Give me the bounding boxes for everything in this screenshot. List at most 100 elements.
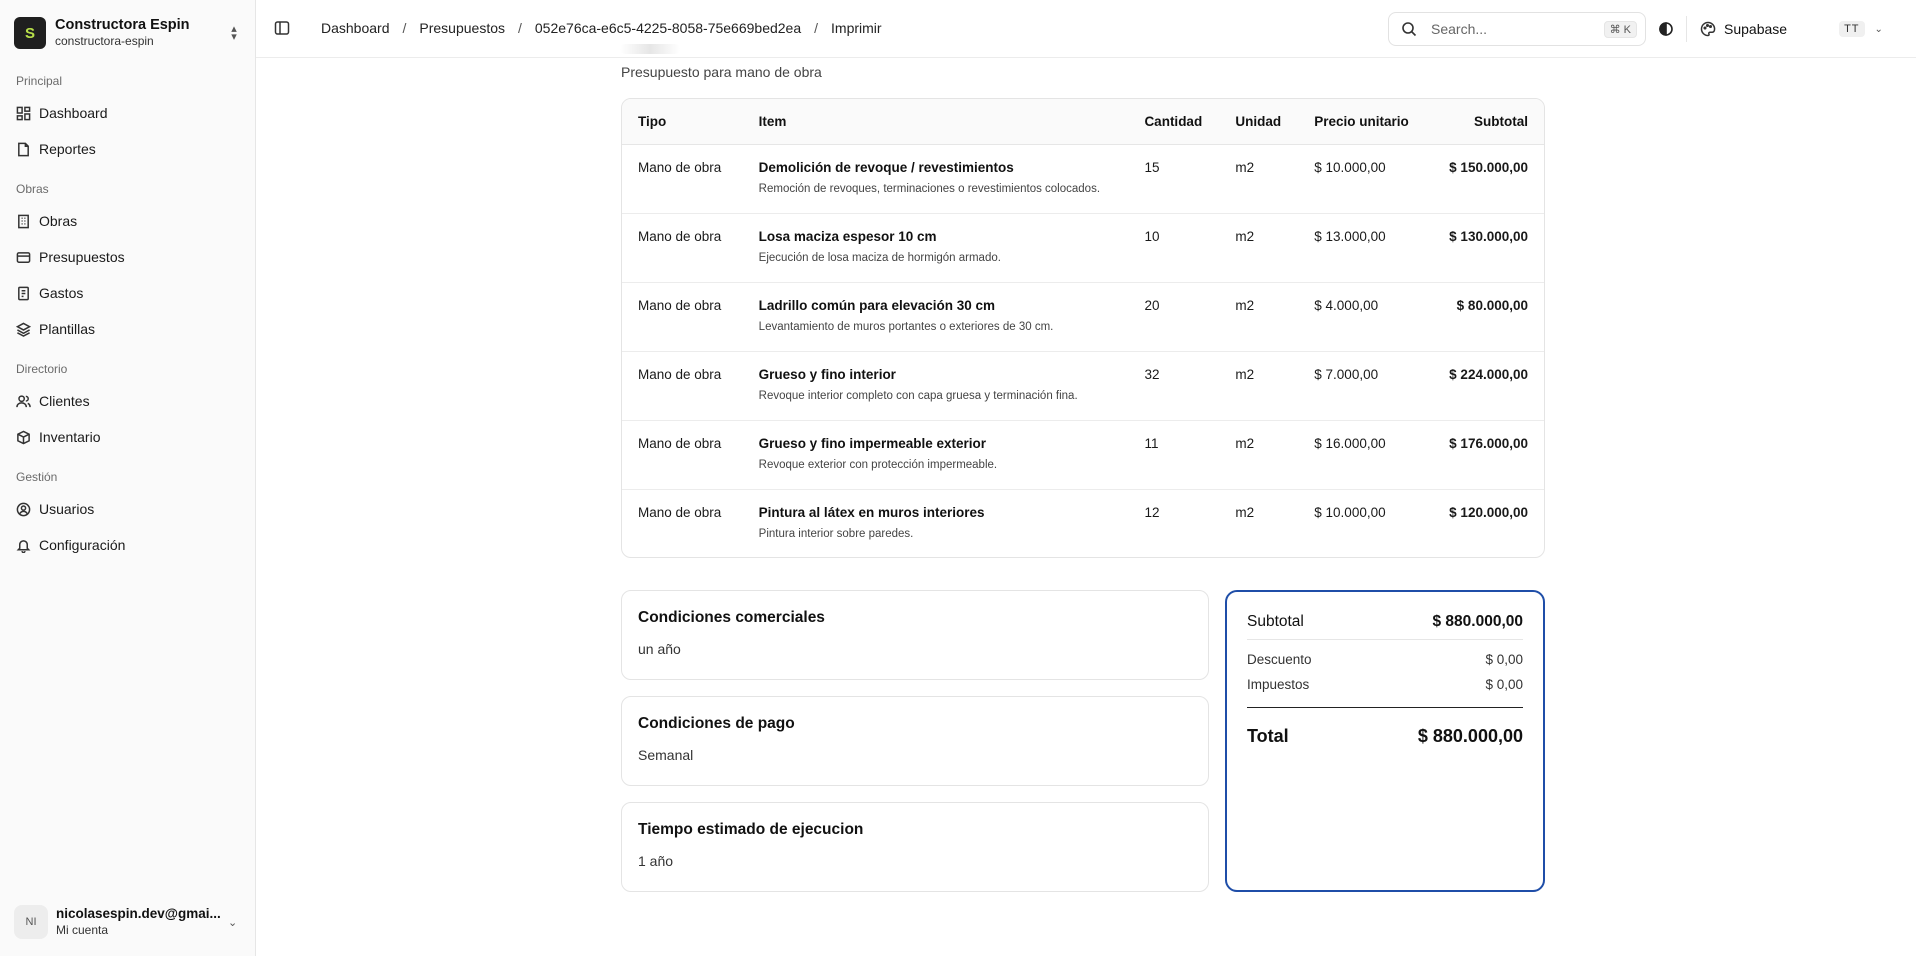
sidebar-item-label: Presupuestos xyxy=(39,249,125,265)
column-header: Subtotal xyxy=(1424,99,1544,145)
breadcrumb-presupuestos[interactable]: Presupuestos xyxy=(419,20,505,36)
card-title: Tiempo estimado de ejecucion xyxy=(638,821,864,838)
cell-unidad: m2 xyxy=(1235,435,1255,451)
item-title: Losa maciza espesor 10 cm xyxy=(758,228,937,244)
nav-section-obras: Obras xyxy=(16,182,49,196)
breadcrumb-dashboard[interactable]: Dashboard xyxy=(321,20,390,36)
items-table: Tipo Item Cantidad Unidad Precio unitari… xyxy=(622,99,1544,557)
item-title: Grueso y fino interior xyxy=(758,366,896,382)
cell-tipo: Mano de obra xyxy=(638,159,722,175)
breadcrumb: Dashboard / Presupuestos / 052e76ca-e6c5… xyxy=(321,20,882,36)
sidebar-item-inventario[interactable]: Inventario xyxy=(16,423,240,451)
table-row: Mano de obra Demolición de revoque / rev… xyxy=(622,144,1544,213)
workspace-switcher[interactable]: Supabase TT ⌄ xyxy=(1700,12,1916,46)
impuestos-label: Impuestos xyxy=(1247,677,1310,692)
table-row: Mano de obra Losa maciza espesor 10 cm Ej… xyxy=(622,213,1544,282)
theme-icon xyxy=(1659,22,1673,36)
cell-precio: $ 4.000,00 xyxy=(1314,297,1379,313)
sidebar-item-plantillas[interactable]: Plantillas xyxy=(16,315,240,343)
descuento-row: Descuento $ 0,00 xyxy=(1247,652,1523,667)
cell-item: Grueso y fino impermeable exterior Revoqu… xyxy=(743,420,1129,489)
item-description: Remoción de revoques, terminaciones o re… xyxy=(758,182,1101,195)
cell-cantidad: 20 xyxy=(1144,297,1160,313)
sidebar-item-reportes[interactable]: Reportes xyxy=(16,135,240,163)
impuestos-row: Impuestos $ 0,00 xyxy=(1247,677,1523,692)
org-switcher[interactable]: S Constructora Espin constructora-espin … xyxy=(14,14,242,52)
chevron-down-icon: ⌄ xyxy=(1874,23,1883,35)
sidebar-item-presupuestos[interactable]: Presupuestos xyxy=(16,243,240,271)
sidebar-item-dashboard[interactable]: Dashboard xyxy=(16,99,240,127)
descuento-label: Descuento xyxy=(1247,652,1312,667)
card-title: Condiciones de pago xyxy=(638,715,795,732)
card-title: Condiciones comerciales xyxy=(638,609,825,626)
sidebar-item-label: Obras xyxy=(39,213,78,229)
table-row: Mano de obra Grueso y fino impermeable e… xyxy=(622,420,1544,489)
user-subtitle: Mi cuenta xyxy=(56,923,109,937)
sidebar-item-label: Configuración xyxy=(39,537,126,553)
tiempo-ejecucion-card: Tiempo estimado de ejecucion 1 año xyxy=(621,802,1209,892)
item-description: Revoque exterior con protección impermea… xyxy=(758,458,998,471)
impuestos-value: $ 0,00 xyxy=(1485,677,1523,692)
subtotal-value: $ 880.000,00 xyxy=(1432,612,1523,630)
item-description: Ejecución de losa maciza de hormigón arm… xyxy=(758,251,1001,264)
cell-tipo: Mano de obra xyxy=(638,366,722,382)
sidebar-item-label: Reportes xyxy=(39,141,96,157)
item-description: Pintura interior sobre paredes. xyxy=(758,527,914,540)
item-description: Levantamiento de muros portantes o exter… xyxy=(758,320,1054,333)
chevron-down-icon: ⌄ xyxy=(228,916,238,929)
theme-toggle-button[interactable] xyxy=(1654,17,1678,41)
column-header: Precio unitario xyxy=(1298,99,1425,145)
file-icon xyxy=(18,142,29,156)
cell-item: Pintura al látex en muros interiores Pint… xyxy=(743,489,1129,557)
breadcrumb-separator: / xyxy=(814,20,819,36)
item-title: Demolición de revoque / revestimientos xyxy=(758,159,1014,175)
cell-subtotal: $ 80.000,00 xyxy=(1456,297,1528,313)
user-circle-icon xyxy=(16,502,31,516)
cell-tipo: Mano de obra xyxy=(638,435,722,451)
subtotal-row: Subtotal $ 880.000,00 xyxy=(1247,610,1523,640)
cell-item: Ladrillo común para elevación 30 cm Levan… xyxy=(743,282,1129,351)
workspace-badge: TT xyxy=(1839,21,1865,37)
table-row: Mano de obra Ladrillo común para elevaci… xyxy=(622,282,1544,351)
table-header-row: Tipo Item Cantidad Unidad Precio unitari… xyxy=(622,99,1544,145)
sidebar-item-gastos[interactable]: Gastos xyxy=(16,279,240,307)
sidebar-toggle-icon[interactable] xyxy=(274,20,290,36)
cell-subtotal: $ 130.000,00 xyxy=(1449,228,1528,244)
search-input[interactable]: Search... ⌘ K xyxy=(1388,12,1646,46)
palette-icon xyxy=(1700,21,1716,37)
cell-item: Demolición de revoque / revestimientos Re… xyxy=(743,144,1129,213)
top-header: Dashboard / Presupuestos / 052e76ca-e6c5… xyxy=(256,0,1916,58)
card-value: un año xyxy=(638,641,681,657)
cell-unidad: m2 xyxy=(1235,297,1255,313)
card-value: Semanal xyxy=(638,747,694,763)
dashboard-icon xyxy=(16,106,31,120)
card-value: 1 año xyxy=(638,853,674,869)
sidebar-item-configuracion[interactable]: Configuración xyxy=(16,531,240,559)
blurred-header-fragment xyxy=(620,44,680,54)
descuento-value: $ 0,00 xyxy=(1485,652,1523,667)
building-icon xyxy=(18,214,29,228)
user-menu[interactable]: NI nicolasespin.dev@gmai... Mi cuenta ⌄ xyxy=(14,902,242,942)
breadcrumb-current: Imprimir xyxy=(831,20,882,36)
users-icon xyxy=(16,394,31,407)
sidebar-item-label: Clientes xyxy=(39,393,90,409)
breadcrumb-separator: / xyxy=(402,20,407,36)
sidebar-item-usuarios[interactable]: Usuarios xyxy=(16,495,240,523)
nav-section-gestion: Gestión xyxy=(16,470,58,484)
sidebar-item-label: Dashboard xyxy=(39,105,108,121)
subtotal-label: Subtotal xyxy=(1247,612,1304,630)
item-description: Revoque interior completo con capa grues… xyxy=(758,389,1078,402)
cell-subtotal: $ 150.000,00 xyxy=(1449,159,1528,175)
section-caption: Presupuesto para mano de obra xyxy=(621,64,822,80)
wallet-icon xyxy=(16,251,31,263)
sidebar-item-clientes[interactable]: Clientes xyxy=(16,387,240,415)
sidebar-item-obras[interactable]: Obras xyxy=(16,207,240,235)
total-row: Total $ 880.000,00 xyxy=(1247,726,1523,747)
breadcrumb-separator: / xyxy=(518,20,522,36)
user-text: nicolasespin.dev@gmai... Mi cuenta xyxy=(56,905,228,939)
cell-tipo: Mano de obra xyxy=(638,297,722,313)
breadcrumb-budget-id[interactable]: 052e76ca-e6c5-4225-8058-75e669bed2ea xyxy=(535,20,801,36)
org-name: Constructora Espin xyxy=(55,17,190,33)
cell-item: Losa maciza espesor 10 cm Ejecución de lo… xyxy=(743,213,1129,282)
table-row: Mano de obra Grueso y fino interior Revoq… xyxy=(622,351,1544,420)
